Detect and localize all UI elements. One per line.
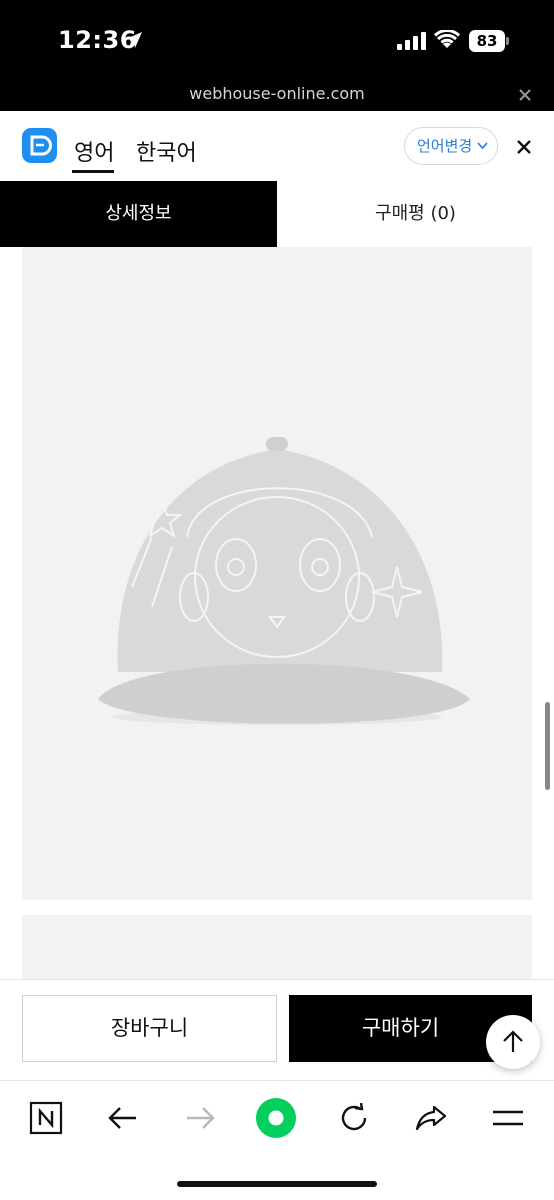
naver-n-icon[interactable] — [29, 1101, 63, 1135]
wifi-icon — [434, 30, 460, 48]
cap-illustration — [98, 437, 470, 725]
refresh-icon[interactable] — [337, 1101, 371, 1135]
translate-bar: 영어 한국어 언어변경 — [0, 111, 554, 181]
product-image — [22, 247, 532, 900]
change-language-button[interactable]: 언어변경 — [404, 127, 498, 165]
arrow-up-icon — [503, 1030, 523, 1052]
location-arrow-icon — [126, 32, 142, 48]
close-icon[interactable] — [515, 138, 533, 156]
battery-tip — [506, 37, 509, 45]
menu-icon[interactable] — [491, 1101, 525, 1135]
share-icon[interactable] — [414, 1101, 448, 1135]
close-icon[interactable] — [516, 86, 534, 104]
scrollbar[interactable] — [545, 702, 550, 790]
detail-tabs: 상세정보 구매평 (0) — [0, 181, 554, 247]
tab-reviews[interactable]: 구매평 (0) — [277, 181, 554, 247]
change-language-label: 언어변경 — [417, 137, 473, 155]
lang-active-underline — [72, 170, 114, 173]
add-to-cart-button[interactable]: 장바구니 — [22, 995, 277, 1062]
signal-icon — [397, 32, 426, 50]
forward-arrow-icon[interactable] — [183, 1101, 217, 1135]
chevron-down-icon — [477, 142, 488, 150]
home-indicator — [177, 1181, 377, 1187]
battery-icon: 83 — [469, 30, 505, 52]
lang-target[interactable]: 한국어 — [136, 135, 197, 167]
scroll-to-top-button[interactable] — [486, 1015, 540, 1069]
translate-logo-icon — [22, 128, 57, 163]
lang-source[interactable]: 영어 — [74, 135, 114, 167]
back-arrow-icon[interactable] — [106, 1101, 140, 1135]
purchase-bar: 장바구니 구매하기 — [0, 979, 554, 1079]
home-dot-icon[interactable] — [255, 1097, 297, 1139]
product-image-2 — [22, 915, 532, 980]
tab-details[interactable]: 상세정보 — [0, 181, 277, 247]
url-bar[interactable]: webhouse-online.com — [0, 84, 554, 103]
status-bar: 12:36 83 webhouse-online.com — [0, 0, 554, 111]
